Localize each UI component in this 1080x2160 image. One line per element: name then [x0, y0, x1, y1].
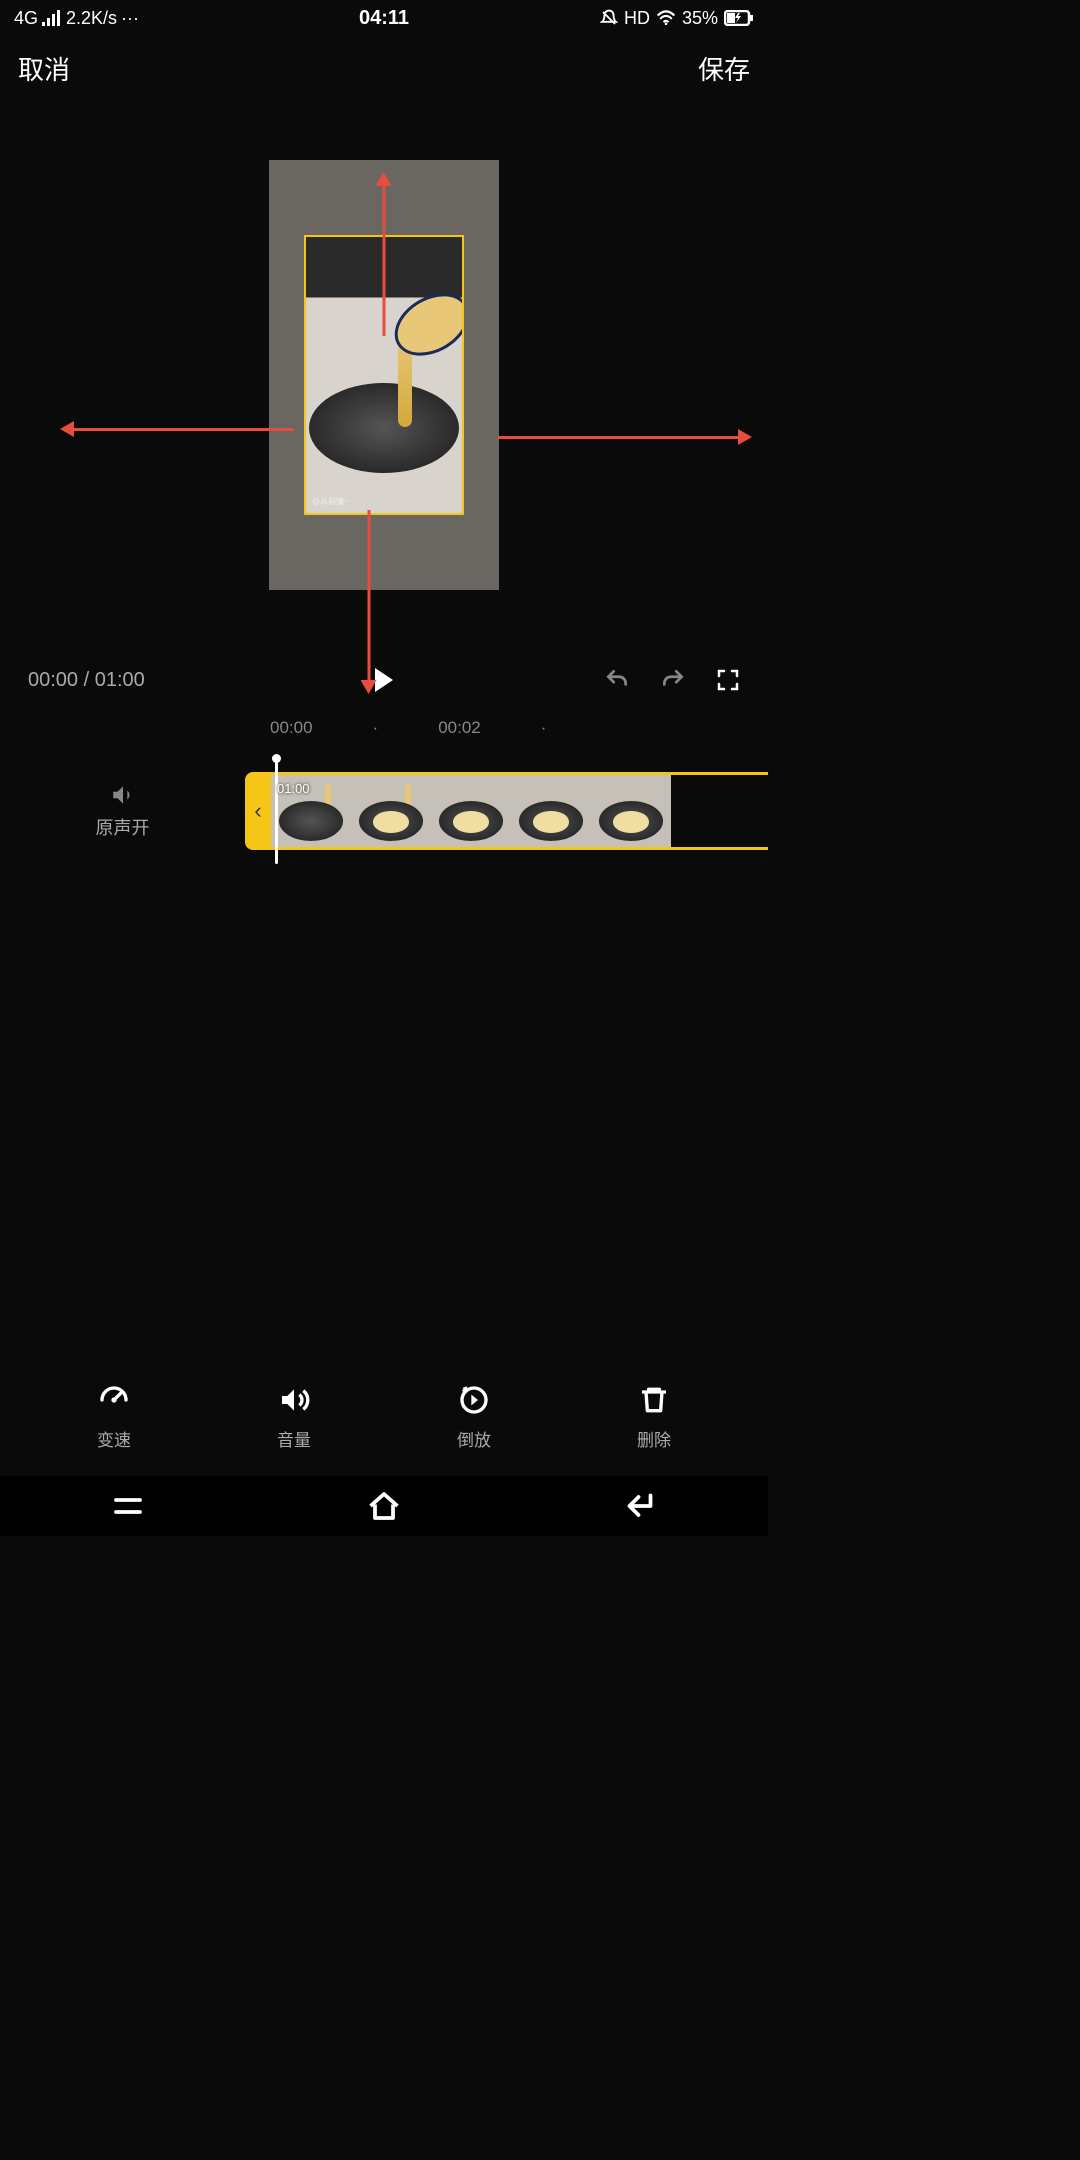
- tick-label: 00:02: [438, 718, 481, 738]
- volume-tool[interactable]: 音量: [277, 1384, 311, 1451]
- redo-button[interactable]: [660, 667, 686, 693]
- tick-dot: ·: [541, 718, 547, 738]
- timeline-thumbnail: [591, 775, 671, 847]
- timeline-thumbnail: [351, 775, 431, 847]
- save-button[interactable]: 保存: [698, 50, 750, 87]
- fullscreen-button[interactable]: [716, 668, 740, 692]
- timeline-ruler: 00:00 · 00:02 ·: [0, 710, 768, 746]
- wifi-icon: [656, 10, 676, 26]
- tick-label: 00:00: [270, 718, 313, 738]
- guide-arrow-right: [498, 436, 748, 439]
- editor-header: 取消 保存: [0, 36, 768, 100]
- timeline-thumbnail: [511, 775, 591, 847]
- status-bar: 4G 2.2K/s ··· 04:11 HD 35%: [0, 0, 768, 36]
- nav-home-button[interactable]: [366, 1488, 402, 1524]
- trash-icon: [638, 1384, 670, 1416]
- undo-button[interactable]: [604, 667, 630, 693]
- guide-arrow-left: [64, 428, 294, 431]
- status-time: 04:11: [359, 7, 409, 30]
- total-time: 01:00: [95, 669, 145, 691]
- more-dots-icon: ···: [121, 8, 139, 29]
- current-time: 00:00: [28, 669, 78, 691]
- timeline[interactable]: 原声开 ‹ 01:00: [0, 766, 768, 856]
- clip-duration-label: 01:00: [277, 781, 310, 796]
- play-button[interactable]: [375, 668, 393, 692]
- nav-back-button[interactable]: [622, 1488, 658, 1524]
- delete-label: 删除: [637, 1426, 671, 1451]
- sound-label: 原声开: [96, 814, 150, 840]
- speed-label: 变速: [97, 1426, 131, 1451]
- delete-tool[interactable]: 删除: [637, 1384, 671, 1451]
- clip-handle-left[interactable]: ‹: [245, 772, 271, 850]
- time-separator: /: [84, 669, 90, 691]
- tick-dot: ·: [373, 718, 379, 738]
- timeline-thumbnail: [431, 775, 511, 847]
- reverse-icon: [458, 1384, 490, 1416]
- cancel-button[interactable]: 取消: [18, 50, 70, 87]
- speed-icon: [98, 1384, 130, 1416]
- volume-icon: [278, 1384, 310, 1416]
- speaker-icon: [110, 782, 136, 808]
- reverse-tool[interactable]: 倒放: [457, 1384, 491, 1451]
- guide-arrow-down: [367, 510, 370, 690]
- network-speed: 2.2K/s: [66, 8, 117, 29]
- nav-menu-button[interactable]: [110, 1488, 146, 1524]
- playback-controls: 00:00 / 01:00: [0, 650, 768, 710]
- playback-time: 00:00 / 01:00: [28, 669, 145, 692]
- battery-percent: 35%: [682, 8, 718, 29]
- volume-label: 音量: [277, 1426, 311, 1451]
- playhead[interactable]: [275, 758, 278, 864]
- guide-arrow-up: [383, 176, 386, 336]
- alarm-off-icon: [600, 9, 618, 27]
- editing-toolbar: 变速 音量 倒放 删除: [0, 1362, 768, 1472]
- reverse-label: 倒放: [457, 1426, 491, 1451]
- clip-strip[interactable]: 01:00: [271, 772, 768, 850]
- video-preview[interactable]: @从前慢~: [0, 100, 768, 650]
- hd-indicator: HD: [624, 8, 650, 29]
- original-sound-toggle[interactable]: 原声开: [0, 782, 245, 840]
- signal-bars-icon: [42, 10, 62, 26]
- speed-tool[interactable]: 变速: [97, 1384, 131, 1451]
- battery-charging-icon: [724, 10, 754, 26]
- system-nav-bar: [0, 1476, 768, 1536]
- video-watermark: @从前慢~: [312, 496, 349, 507]
- network-type: 4G: [14, 8, 38, 29]
